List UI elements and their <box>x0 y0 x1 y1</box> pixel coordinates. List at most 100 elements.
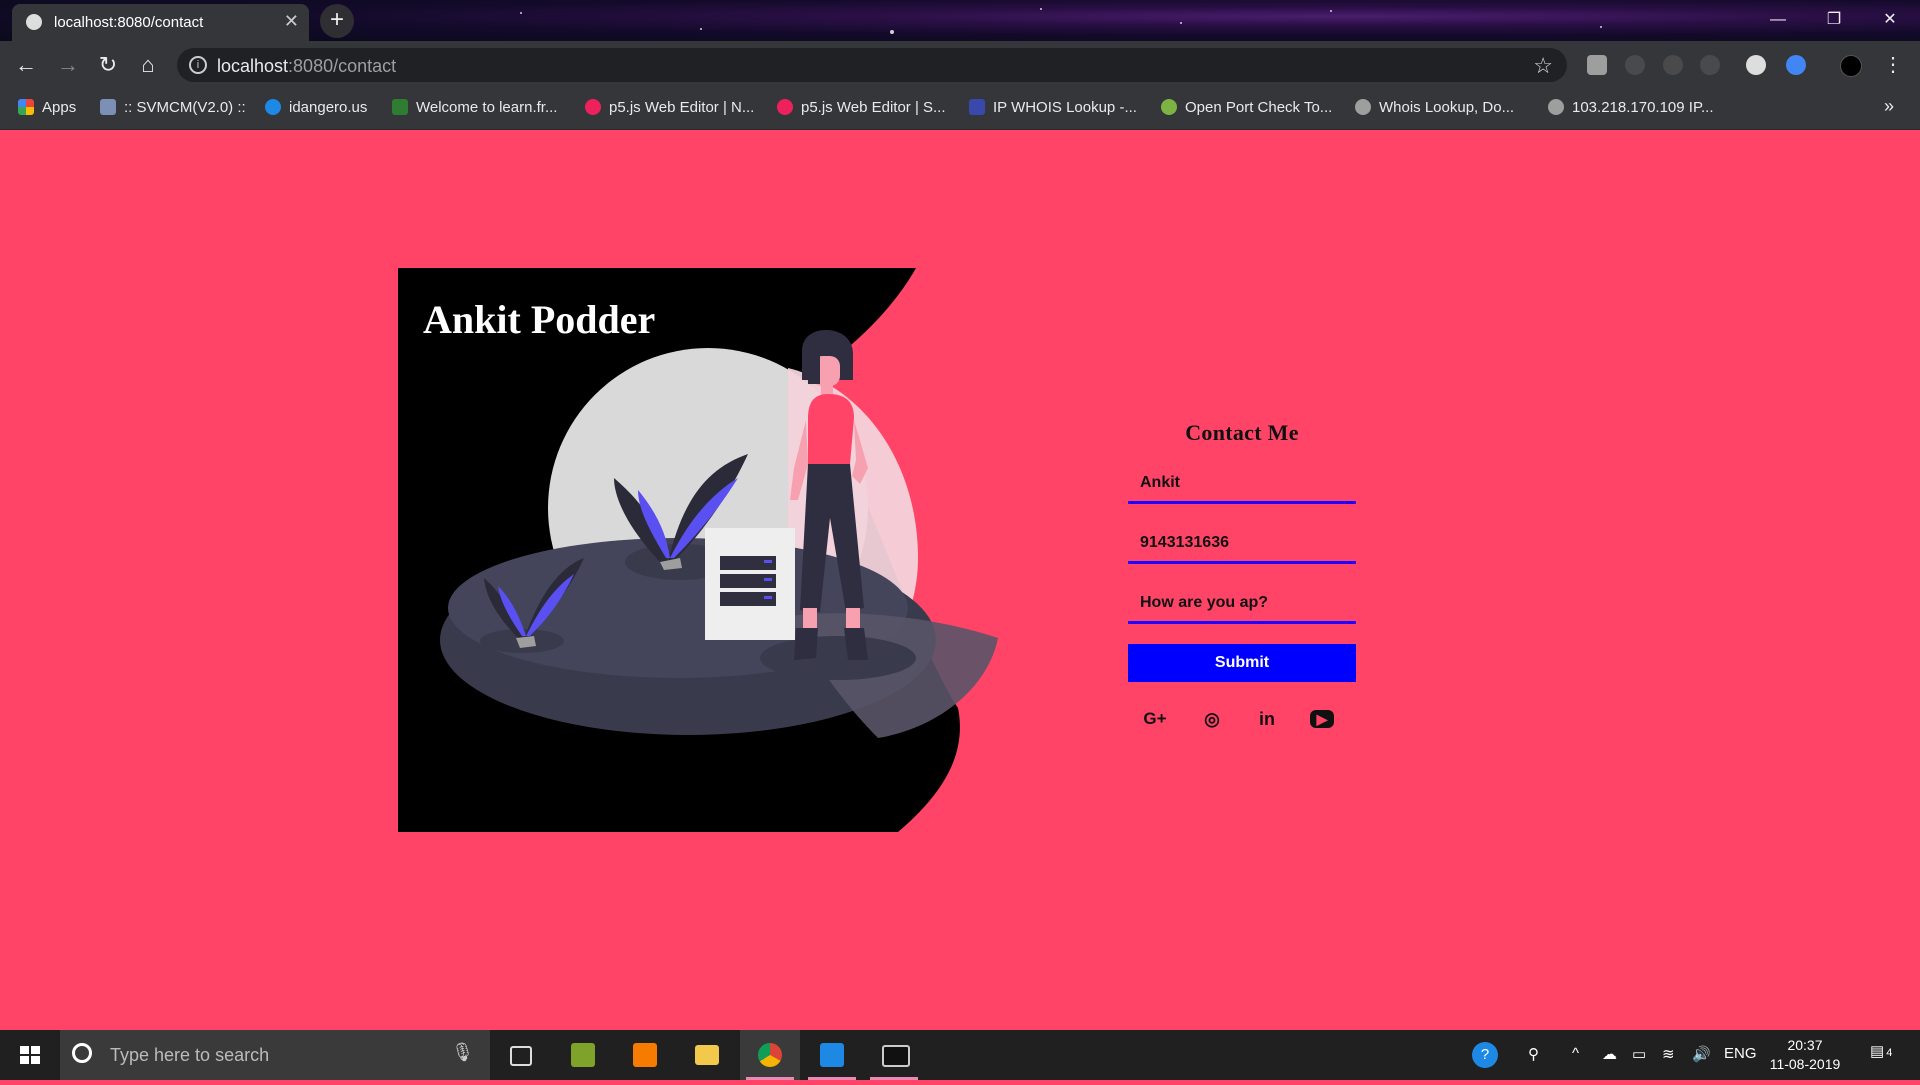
system-clock[interactable]: 20:37 11-08-2019 <box>1760 1036 1850 1074</box>
server-led <box>764 596 772 599</box>
speedometer-extension-icon[interactable] <box>1746 55 1766 75</box>
gear-icon <box>1548 99 1564 115</box>
task-view-button[interactable] <box>490 1030 550 1080</box>
person-shadow <box>760 636 916 680</box>
reload-button[interactable]: ↻ <box>92 49 124 81</box>
name-field[interactable] <box>1128 464 1356 501</box>
terminal-icon <box>882 1045 910 1067</box>
person-shoe <box>794 628 818 660</box>
url-path: :8080/contact <box>288 56 397 76</box>
restore-button[interactable]: ❐ <box>1806 4 1862 36</box>
new-tab-button[interactable]: + <box>320 4 354 38</box>
bookmark-p5js-n[interactable]: p5.js Web Editor | N... <box>585 99 754 116</box>
language-indicator[interactable]: ENG <box>1724 1045 1757 1062</box>
address-bar[interactable]: i localhost:8080/contact ☆ <box>177 48 1567 82</box>
home-button[interactable]: ⌂ <box>132 49 164 81</box>
asterisk-icon <box>777 99 793 115</box>
profile-avatar[interactable] <box>1840 55 1862 77</box>
contact-heading: Contact Me <box>1185 420 1299 445</box>
bookmark-svmcm[interactable]: :: SVMCM(V2.0) :: <box>100 99 246 116</box>
cortana-icon <box>72 1043 92 1063</box>
shield-extension-icon[interactable] <box>1587 55 1607 75</box>
bookmark-label: Whois Lookup, Do... <box>1379 99 1515 116</box>
close-window-button[interactable]: ✕ <box>1862 4 1918 36</box>
notification-count-badge: 4 <box>1886 1047 1893 1059</box>
action-center-icon[interactable]: ▤ 4 <box>1870 1042 1892 1060</box>
site-info-icon[interactable]: i <box>189 56 207 74</box>
taskbar-app-explorer[interactable] <box>677 1030 737 1080</box>
extension-icon[interactable] <box>1625 55 1645 75</box>
bookmark-apps[interactable]: Apps <box>18 99 76 116</box>
bookmark-label: Apps <box>42 99 77 116</box>
taskbar-app-terminal[interactable] <box>864 1030 924 1080</box>
bookmark-idangero[interactable]: idangero.us <box>265 99 367 116</box>
people-icon[interactable]: ⚲ <box>1528 1045 1539 1063</box>
taskbar-app-lambda[interactable] <box>553 1030 613 1080</box>
back-button[interactable]: ← <box>10 49 42 81</box>
person-top <box>808 394 854 464</box>
person-hair-bangs <box>808 354 820 384</box>
menu-kebab-icon[interactable]: ⋮ <box>1877 49 1909 81</box>
bookmark-ip-whois[interactable]: IP WHOIS Lookup -... <box>969 99 1137 116</box>
bookmarks-overflow-button[interactable]: » <box>1884 96 1894 117</box>
start-button[interactable] <box>0 1030 60 1080</box>
info-extension-icon[interactable] <box>1786 55 1806 75</box>
message-field-wrapper <box>1128 584 1356 624</box>
submit-button[interactable]: Submit <box>1128 644 1356 682</box>
bookmark-learn[interactable]: Welcome to learn.fr... <box>392 99 557 116</box>
linkedin-icon[interactable]: in <box>1254 706 1280 732</box>
learn-icon <box>392 99 408 115</box>
vscode-icon <box>820 1043 844 1067</box>
extension-icon[interactable] <box>1700 55 1720 75</box>
wallpaper-star <box>1600 26 1602 28</box>
taskbar-search-box[interactable]: Type here to search 🎙 <box>60 1030 490 1080</box>
tab-close-icon[interactable]: ✕ <box>284 11 299 32</box>
help-icon[interactable]: ? <box>1472 1042 1498 1068</box>
wifi-icon[interactable]: ≋ <box>1662 1045 1675 1063</box>
person-shoe <box>844 628 868 660</box>
onedrive-icon[interactable]: ☁ <box>1602 1045 1617 1063</box>
apps-grid-icon <box>18 99 34 115</box>
gear-icon <box>1355 99 1371 115</box>
message-field[interactable] <box>1128 584 1356 621</box>
task-view-icon <box>510 1046 532 1066</box>
globe-icon <box>1161 99 1177 115</box>
instagram-icon[interactable]: ◎ <box>1199 706 1225 732</box>
server-led <box>764 560 772 563</box>
title-bar: localhost:8080/contact ✕ + — ❐ ✕ <box>0 0 1920 41</box>
taskbar-app-sublime[interactable] <box>615 1030 675 1080</box>
bookmark-open-port[interactable]: Open Port Check To... <box>1161 99 1332 116</box>
person-ankle <box>846 608 860 628</box>
youtube-icon[interactable]: ▶ <box>1310 710 1334 728</box>
name-field-wrapper <box>1128 464 1356 504</box>
taskbar-app-chrome[interactable] <box>740 1030 800 1080</box>
wallpaper-star <box>1330 10 1332 12</box>
globe-icon <box>26 14 42 30</box>
lambda-app-icon <box>571 1043 595 1067</box>
bookmark-label: :: SVMCM(V2.0) :: <box>124 99 246 116</box>
wallpaper-star <box>520 12 522 14</box>
minimize-button[interactable]: — <box>1750 4 1806 36</box>
clock-date: 11-08-2019 <box>1769 1056 1841 1072</box>
phone-field-wrapper <box>1128 524 1356 564</box>
microphone-icon[interactable]: 🎙 <box>451 1042 474 1063</box>
bookmark-p5js-s[interactable]: p5.js Web Editor | S... <box>777 99 946 116</box>
battery-icon[interactable]: ▭ <box>1632 1045 1646 1063</box>
graduation-cap-icon <box>100 99 116 115</box>
volume-icon[interactable]: 🔊 <box>1692 1045 1711 1063</box>
page-content: Ankit Podder Contact Me Submit G+ ◎ in ▶ <box>0 130 1920 1030</box>
bookmark-label: IP WHOIS Lookup -... <box>993 99 1137 116</box>
bookmark-star-icon[interactable]: ☆ <box>1533 53 1553 79</box>
bookmark-whois-lookup[interactable]: Whois Lookup, Do... <box>1355 99 1514 116</box>
bookmark-label: 103.218.170.109 IP... <box>1572 99 1714 116</box>
google-plus-icon[interactable]: G+ <box>1142 706 1168 732</box>
show-hidden-icons-chevron-icon[interactable]: ^ <box>1572 1045 1579 1062</box>
taskbar-app-vscode[interactable] <box>802 1030 862 1080</box>
extension-icon[interactable] <box>1663 55 1683 75</box>
browser-toolbar: ← → ↻ ⌂ i localhost:8080/contact ☆ ⋮ <box>0 41 1920 89</box>
phone-field[interactable] <box>1128 524 1356 561</box>
browser-tab[interactable]: localhost:8080/contact ✕ <box>12 4 309 41</box>
bookmark-label: Welcome to learn.fr... <box>416 99 558 116</box>
forward-button[interactable]: → <box>52 49 84 81</box>
bookmark-ip-address[interactable]: 103.218.170.109 IP... <box>1548 99 1714 116</box>
